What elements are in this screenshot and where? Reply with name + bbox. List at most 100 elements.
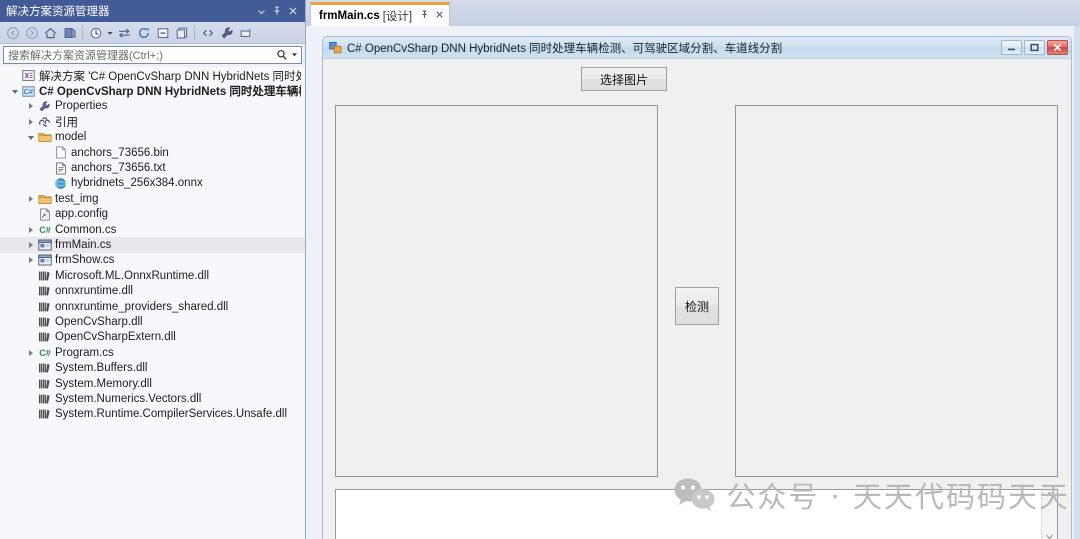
output-textbox-scrollbar[interactable] <box>1041 490 1057 539</box>
onnx-sphere-icon <box>53 176 68 190</box>
tree-item-label: OpenCvSharp.dll <box>55 315 143 328</box>
search-icon[interactable] <box>276 49 288 61</box>
expand-arrow-icon[interactable] <box>24 195 37 202</box>
pending-changes-icon[interactable] <box>86 23 105 42</box>
tree-item-label: frmShow.cs <box>55 254 115 267</box>
dll-icon <box>37 407 52 421</box>
search-input[interactable]: 搜索解决方案资源管理器(Ctrl+;) <box>3 46 302 64</box>
tree-item-system-numerics-vectors-dll[interactable]: System.Numerics.Vectors.dll <box>0 391 305 406</box>
tree-item-frmshow-cs[interactable]: frmShow.cs <box>0 253 305 268</box>
expand-arrow-icon[interactable] <box>24 257 37 264</box>
tree-item-label: app.config <box>55 208 109 221</box>
chevron-down-icon[interactable] <box>253 3 269 19</box>
close-button[interactable] <box>1047 40 1068 55</box>
tree-item-program-cs[interactable]: C# Program.cs <box>0 345 305 360</box>
tree-item-onnxruntime-dll[interactable]: onnxruntime.dll <box>0 283 305 298</box>
close-icon[interactable] <box>435 10 444 22</box>
close-icon[interactable] <box>285 3 301 19</box>
tree-item-label: Common.cs <box>55 223 117 236</box>
solution-explorer-toolbar <box>0 22 305 44</box>
pending-changes-dropdown-icon[interactable] <box>105 23 115 42</box>
tree-item-opencvsharpextern-dll[interactable]: OpenCvSharpExtern.dll <box>0 330 305 345</box>
expand-arrow-icon[interactable] <box>24 241 37 248</box>
tree-item-[interactable]: 引用 <box>0 114 305 129</box>
scroll-down-icon[interactable] <box>1045 533 1054 539</box>
refresh-icon[interactable] <box>134 23 153 42</box>
tree-item-opencvsharp-dll[interactable]: OpenCvSharp.dll <box>0 314 305 329</box>
maximize-button[interactable] <box>1024 40 1045 55</box>
source-picturebox[interactable] <box>335 105 658 477</box>
tree-item-label: onnxruntime_providers_shared.dll <box>55 300 229 313</box>
search-dropdown-icon[interactable] <box>288 51 299 60</box>
form-title-bar[interactable]: C# OpenCvSharp DNN HybridNets 同时处理车辆检测、可… <box>323 37 1071 59</box>
tree-item-properties[interactable]: Properties <box>0 99 305 114</box>
tree-item-microsoft-ml-onnxruntime-dll[interactable]: Microsoft.ML.OnnxRuntime.dll <box>0 268 305 283</box>
search-container: 搜索解决方案资源管理器(Ctrl+;) <box>0 44 305 67</box>
tree-item-frmmain-cs[interactable]: frmMain.cs <box>0 237 305 253</box>
svg-text:C#: C# <box>39 348 51 358</box>
tree-item-label: Properties <box>55 100 108 113</box>
tree-item-common-cs[interactable]: C# Common.cs <box>0 222 305 237</box>
solution-icon <box>21 69 36 83</box>
forward-icon[interactable] <box>22 23 41 42</box>
tree-item-anchors-73656-bin[interactable]: anchors_73656.bin <box>0 145 305 160</box>
solution-tree[interactable]: 解决方案 'C# OpenCvSharp DNN HybridNets 同时处理… <box>0 67 305 539</box>
expand-arrow-icon[interactable] <box>24 103 37 110</box>
tree-item-system-buffers-dll[interactable]: System.Buffers.dll <box>0 360 305 375</box>
solution-explorer-view-icon[interactable] <box>60 23 79 42</box>
form-window-buttons <box>1001 40 1068 55</box>
show-all-files-icon[interactable] <box>172 23 191 42</box>
tree-item-label: test_img <box>55 192 99 205</box>
preview-selected-items-icon[interactable] <box>236 23 255 42</box>
tree-item-anchors-73656-txt[interactable]: anchors_73656.txt <box>0 160 305 175</box>
properties-wrench-icon <box>37 99 52 113</box>
dll-icon <box>37 284 52 298</box>
expand-arrow-icon[interactable] <box>24 349 37 356</box>
dll-icon <box>37 300 52 314</box>
toolbar-separator-2 <box>194 25 195 40</box>
dll-icon <box>37 330 52 344</box>
result-picturebox[interactable] <box>735 105 1058 477</box>
designer-surface[interactable]: C# OpenCvSharp DNN HybridNets 同时处理车辆检测、可… <box>306 26 1080 539</box>
tree-item-system-runtime-compilerservices-unsafe-d[interactable]: System.Runtime.CompilerServices.Unsafe.d… <box>0 407 305 422</box>
tree-item-c-opencvsharp-dnn-hybridnets[interactable]: 解决方案 'C# OpenCvSharp DNN HybridNets 同时处理… <box>0 68 305 83</box>
pin-icon[interactable] <box>420 10 429 22</box>
tree-item-test-img[interactable]: test_img <box>0 191 305 206</box>
back-icon[interactable] <box>3 23 22 42</box>
collapse-all-icon[interactable] <box>153 23 172 42</box>
view-code-icon[interactable] <box>198 23 217 42</box>
select-image-button[interactable]: 选择图片 <box>581 67 667 91</box>
sync-with-active-document-icon[interactable] <box>115 23 134 42</box>
tree-item-label: hybridnets_256x384.onnx <box>71 177 203 190</box>
pin-icon[interactable] <box>269 3 285 19</box>
tree-item-system-memory-dll[interactable]: System.Memory.dll <box>0 376 305 391</box>
form-app-icon <box>329 41 342 54</box>
expand-arrow-icon[interactable] <box>24 118 37 125</box>
tree-item-onnxruntime-providers-shared-dll[interactable]: onnxruntime_providers_shared.dll <box>0 299 305 314</box>
home-icon[interactable] <box>41 23 60 42</box>
toolbar-separator <box>82 25 83 40</box>
tree-item-c-opencvsharp-dnn-hybridnets[interactable]: C# C# OpenCvSharp DNN HybridNets 同时处理车辆检测… <box>0 83 305 98</box>
tree-item-app-config[interactable]: app.config <box>0 207 305 222</box>
detect-button[interactable]: 检测 <box>675 287 719 325</box>
tree-item-label: anchors_73656.txt <box>71 162 166 175</box>
collapse-arrow-icon[interactable] <box>24 134 37 141</box>
collapse-arrow-icon[interactable] <box>8 88 21 95</box>
dll-icon <box>37 315 52 329</box>
expand-arrow-icon[interactable] <box>24 226 37 233</box>
tree-item-label: 引用 <box>55 116 78 129</box>
tree-item-model[interactable]: model <box>0 130 305 145</box>
properties-wrench-icon[interactable] <box>217 23 236 42</box>
config-icon <box>37 207 52 221</box>
output-textbox[interactable] <box>335 489 1058 539</box>
tree-item-label: frmMain.cs <box>55 238 112 251</box>
form-title: C# OpenCvSharp DNN HybridNets 同时处理车辆检测、可… <box>347 42 783 55</box>
dll-icon <box>37 377 52 391</box>
tree-item-label: model <box>55 131 87 144</box>
tab-frmmain-designer[interactable]: frmMain.cs [设计] <box>310 2 451 26</box>
file-blank-icon <box>53 146 68 160</box>
scroll-up-icon[interactable] <box>1045 491 1054 500</box>
minimize-button[interactable] <box>1001 40 1022 55</box>
output-textbox-value[interactable] <box>336 490 1041 539</box>
tree-item-hybridnets-256x384-onnx[interactable]: hybridnets_256x384.onnx <box>0 176 305 191</box>
